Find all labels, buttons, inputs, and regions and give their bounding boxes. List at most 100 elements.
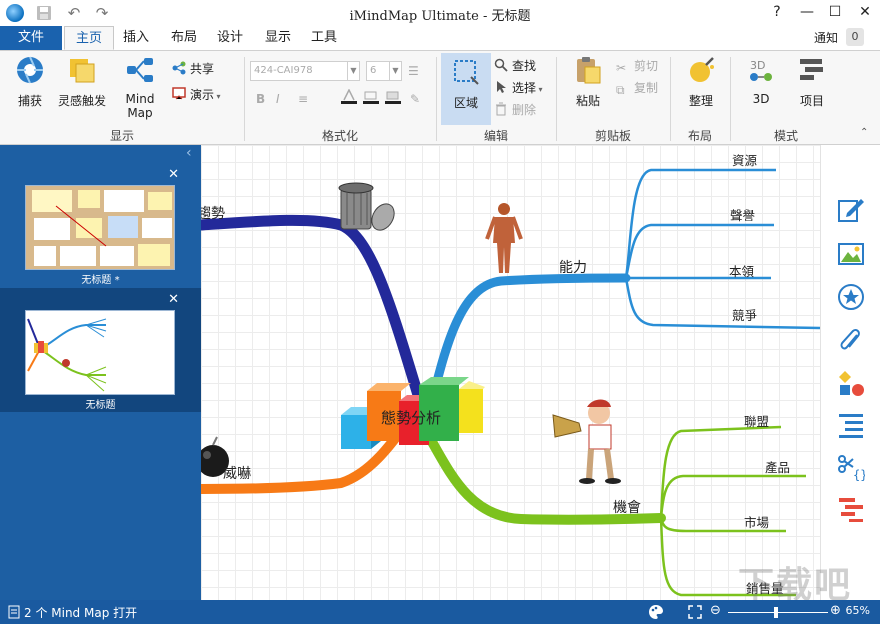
mindmap-icon: [127, 58, 153, 82]
tidy-button[interactable]: 整理: [682, 55, 720, 109]
region-button[interactable]: 区域: [441, 53, 491, 125]
3d-button[interactable]: 3D 3D: [742, 55, 780, 106]
collapse-panel-icon[interactable]: ‹: [186, 145, 192, 161]
close-icon[interactable]: ✕: [168, 167, 179, 182]
chevron-down-icon: ▼: [347, 62, 359, 80]
leaf-label[interactable]: 市場: [744, 512, 769, 531]
sticky-notes-icon: [70, 59, 95, 83]
group-view-label: 显示: [109, 129, 134, 143]
gantt-icon[interactable]: [837, 495, 865, 523]
branch-label-bottom-left[interactable]: 威嚇: [223, 463, 251, 483]
trash-icon: [496, 102, 506, 116]
branch-label-right-bottom[interactable]: 機會: [613, 497, 641, 517]
map-name-label: 无标题 *: [81, 275, 120, 286]
scissors-icon: ✂: [616, 61, 627, 75]
map-thumbnail-1[interactable]: ✕ 无标题 *: [0, 165, 201, 286]
trash-can-image: [338, 182, 395, 231]
pencil-icon[interactable]: [837, 195, 865, 223]
select-button[interactable]: 选择 ▾: [494, 78, 543, 98]
branch-label-top-left[interactable]: 趨勢: [201, 203, 225, 223]
fit-screen-icon[interactable]: [688, 605, 702, 619]
close-button[interactable]: ✕: [850, 0, 880, 26]
paste-icon: [577, 57, 601, 84]
map-preview-image: [25, 310, 175, 395]
tab-tools[interactable]: 工具: [304, 26, 344, 50]
fill-color-icon[interactable]: [362, 89, 380, 109]
branch-label-right-top[interactable]: 能力: [559, 257, 587, 277]
zoom-slider-handle[interactable]: [774, 607, 778, 618]
size-combo[interactable]: 6 ▼: [366, 61, 402, 81]
paste-button[interactable]: 粘贴: [566, 55, 610, 109]
branch-top-left: [201, 214, 427, 411]
collapse-ribbon-icon[interactable]: ⌃: [860, 123, 868, 143]
right-toolbar: {}: [820, 145, 880, 600]
text-align-icon[interactable]: ☰: [408, 61, 419, 81]
document-icon: [8, 605, 20, 619]
zoom-slider[interactable]: [728, 612, 828, 613]
tab-file[interactable]: 文件: [0, 26, 62, 50]
leaf-label[interactable]: 聲譽: [730, 205, 755, 224]
leaf-label[interactable]: 競爭: [732, 305, 757, 324]
minimize-button[interactable]: —: [792, 0, 822, 26]
bold-button[interactable]: B: [256, 89, 265, 109]
magic-wand-icon: [690, 57, 714, 82]
chevron-down-icon: ▾: [214, 92, 221, 101]
tab-layout[interactable]: 布局: [164, 26, 204, 50]
mindmap-canvas[interactable]: 態勢分析 趨勢 威嚇 能力 機會 資源 聲譽 本領 競爭 聯盟 產品 市場 銷售…: [201, 145, 820, 600]
copy-icon: ⧉: [616, 83, 625, 97]
inspire-button[interactable]: 灵感触发: [56, 55, 108, 109]
camera-shutter-icon: [17, 56, 43, 84]
human-figure-image: [485, 203, 523, 273]
mindmap-button[interactable]: Mind Map: [112, 55, 168, 120]
copy-button[interactable]: ⧉ 复制: [616, 78, 658, 98]
group-edit-label: 编辑: [483, 129, 508, 143]
group-clipboard-label: 剪贴板: [594, 129, 631, 143]
tab-view[interactable]: 显示: [258, 26, 298, 50]
line-color-icon[interactable]: [384, 89, 402, 109]
scissors-braces-icon[interactable]: {}: [837, 453, 867, 482]
list-icon[interactable]: ≡: [298, 89, 308, 109]
notify-button[interactable]: 通知: [814, 26, 838, 50]
star-icon[interactable]: [837, 283, 865, 311]
font-color-icon[interactable]: [340, 88, 358, 109]
tab-home[interactable]: 主页: [64, 26, 114, 50]
leaf-label[interactable]: 資源: [732, 150, 757, 169]
notify-count-badge: 0: [846, 28, 864, 46]
central-topic[interactable]: 態勢分析: [381, 407, 441, 428]
status-bar: 2 个 Mind Map 打开 ⊖ ⊕ 65%: [0, 600, 880, 624]
italic-button[interactable]: I: [276, 89, 280, 109]
map-thumbnail-2[interactable]: ✕ 无标题: [0, 288, 201, 412]
font-combo[interactable]: 424-CAI978 ▼: [250, 61, 360, 81]
map-list-panel: ‹ ✕ 无标题 * ✕ 无标题: [0, 145, 201, 600]
tab-insert[interactable]: 插入: [116, 26, 156, 50]
leaf-label[interactable]: 聯盟: [744, 411, 769, 430]
cut-button[interactable]: ✂ 剪切: [616, 56, 658, 76]
maximize-button[interactable]: ☐: [820, 0, 850, 26]
leaf-label[interactable]: 本領: [729, 261, 754, 280]
present-button[interactable]: 演示 ▾: [172, 85, 221, 105]
ribbon-tabs: 文件 主页 插入 布局 设计 显示 工具 通知 0: [0, 26, 880, 50]
shapes-icon[interactable]: [837, 369, 865, 397]
zoom-out-icon[interactable]: ⊖: [710, 603, 721, 618]
chevron-down-icon: ▾: [536, 85, 543, 94]
close-icon[interactable]: ✕: [168, 292, 179, 307]
clear-format-icon[interactable]: ✎: [410, 89, 420, 109]
chevron-down-icon: ▼: [389, 62, 401, 80]
list-icon[interactable]: [837, 411, 865, 439]
palette-icon[interactable]: [648, 604, 664, 620]
find-button[interactable]: 查找: [494, 56, 536, 76]
zoom-in-icon[interactable]: ⊕: [830, 603, 841, 618]
open-maps-status: 2 个 Mind Map 打开: [24, 606, 138, 620]
help-button[interactable]: ?: [762, 0, 792, 26]
paperclip-icon[interactable]: [837, 327, 865, 355]
group-layout-label: 布局: [687, 129, 712, 143]
capture-button[interactable]: 捕获: [12, 55, 48, 109]
share-button[interactable]: 共享: [172, 59, 214, 79]
leaf-label[interactable]: 產品: [765, 457, 790, 476]
tab-design[interactable]: 设计: [210, 26, 250, 50]
ribbon: 捕获 灵感触发 Mind Map 共享 演示 ▾ 显示 424-CAI978 ▼…: [0, 50, 880, 145]
delete-button[interactable]: 删除: [494, 100, 536, 120]
3d-view-icon: 3D: [750, 59, 772, 81]
image-icon[interactable]: [837, 240, 865, 268]
project-button[interactable]: 项目: [792, 55, 832, 109]
